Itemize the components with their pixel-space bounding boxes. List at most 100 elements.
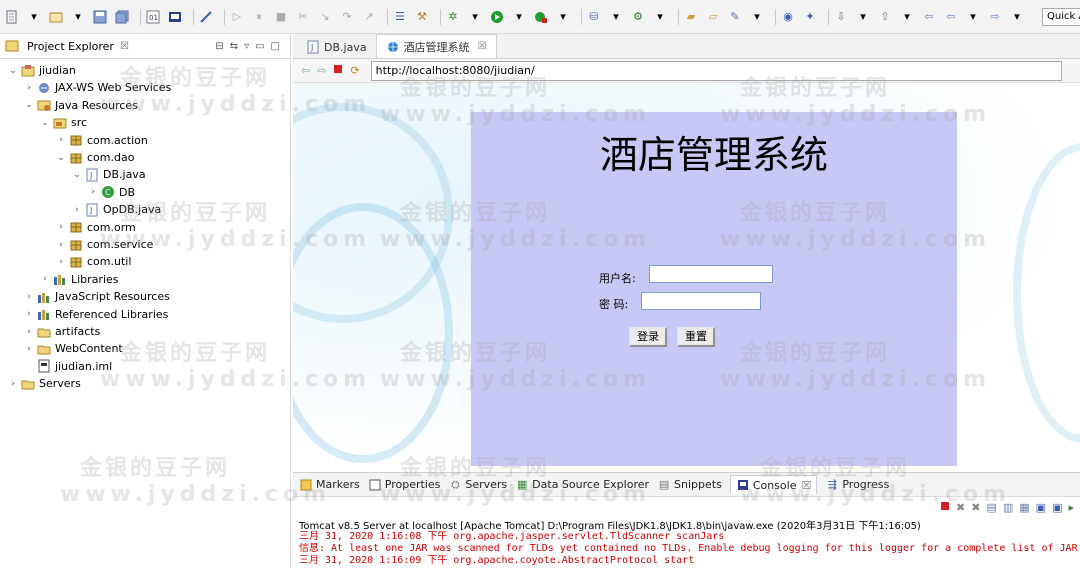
password-input[interactable] xyxy=(641,292,761,310)
open-type-icon[interactable]: ▰ xyxy=(683,9,699,25)
dropdown-icon[interactable]: ▾ xyxy=(70,9,86,25)
tab-db-java[interactable]: J DB.java xyxy=(297,36,376,58)
new-class-icon[interactable]: ⚙ xyxy=(630,9,646,25)
tab-console[interactable]: Console ☒ xyxy=(729,475,818,494)
chevron-down-icon[interactable]: ⌄ xyxy=(72,170,82,180)
tree-item[interactable]: › com.util xyxy=(56,253,131,270)
chevron-down-icon[interactable]: ⌄ xyxy=(40,118,50,128)
chevron-right-icon[interactable]: › xyxy=(56,240,66,250)
dropdown-icon[interactable]: ▾ xyxy=(555,9,571,25)
dropdown-icon[interactable]: ▾ xyxy=(855,9,871,25)
next-annotation-icon[interactable]: ⇩ xyxy=(833,9,849,25)
dropdown-icon[interactable]: ▾ xyxy=(26,9,42,25)
tree-item[interactable]: › com.orm xyxy=(56,219,136,236)
terminate-icon[interactable] xyxy=(940,501,950,514)
back-icon[interactable]: ⇦ xyxy=(943,9,959,25)
minimize-icon[interactable]: ▭ xyxy=(255,41,264,52)
dropdown-icon[interactable]: ▾ xyxy=(899,9,915,25)
chevron-down-icon[interactable]: ⌄ xyxy=(8,66,18,76)
forward-arrow-icon[interactable]: ⇨ xyxy=(317,64,326,77)
close-icon[interactable]: ☒ xyxy=(478,41,487,52)
chevron-right-icon[interactable]: › xyxy=(88,187,98,197)
project-explorer-title[interactable]: Project Explorer xyxy=(27,40,114,53)
word-wrap-icon[interactable]: ▦ xyxy=(1019,501,1029,514)
tree-item[interactable]: ⌄ src xyxy=(40,114,87,131)
tree-item[interactable]: › Referenced Libraries xyxy=(24,306,168,323)
refresh-icon[interactable]: ⟳ xyxy=(350,64,359,77)
chevron-right-icon[interactable]: › xyxy=(24,309,34,319)
pen-icon[interactable]: ✎ xyxy=(727,9,743,25)
console-view-icon[interactable] xyxy=(167,9,183,25)
tab-properties[interactable]: Properties xyxy=(368,478,440,492)
forward-icon[interactable]: ⇨ xyxy=(987,9,1003,25)
tree-item[interactable]: › J OpDB.java xyxy=(72,201,161,218)
chevron-right-icon[interactable]: › xyxy=(56,257,66,267)
tree-item[interactable]: › com.service xyxy=(56,236,153,253)
tree-item[interactable]: › Servers xyxy=(8,375,81,392)
tree-item[interactable]: › JavaScript Resources xyxy=(24,288,170,305)
dropdown-icon[interactable]: ▾ xyxy=(652,9,668,25)
last-edit-icon[interactable]: ⇦ xyxy=(921,9,937,25)
chevron-right-icon[interactable]: › xyxy=(24,344,34,354)
dropdown-icon[interactable]: ▾ xyxy=(467,9,483,25)
tree-item[interactable]: › JAX-WS Web Services xyxy=(24,79,171,96)
tree-item[interactable]: ⌄ jiudian xyxy=(8,62,76,79)
external-tools-icon[interactable] xyxy=(533,9,549,25)
chevron-right-icon[interactable]: › xyxy=(56,222,66,232)
chevron-right-icon[interactable]: › xyxy=(8,379,18,389)
open-console-icon[interactable]: ▸ xyxy=(1068,501,1074,514)
view-menu-icon[interactable]: ▿ xyxy=(244,41,249,52)
chevron-right-icon[interactable]: › xyxy=(24,327,34,337)
tree-item[interactable]: › Libraries xyxy=(40,271,118,288)
chevron-down-icon[interactable]: ⌄ xyxy=(56,153,66,163)
login-button[interactable]: 登录 xyxy=(629,327,667,347)
chevron-right-icon[interactable]: › xyxy=(56,135,66,145)
debug-icon[interactable]: ✲ xyxy=(445,9,461,25)
close-icon[interactable]: ☒ xyxy=(801,479,811,492)
prev-annotation-icon[interactable]: ⇧ xyxy=(877,9,893,25)
tab-data-source-explorer[interactable]: ▦ Data Source Explorer xyxy=(515,478,649,492)
stop-icon[interactable] xyxy=(333,64,343,77)
tree-item[interactable]: › WebContent xyxy=(24,340,123,357)
tab-markers[interactable]: Markers xyxy=(299,478,360,492)
tree-item[interactable]: ⌄ com.dao xyxy=(56,149,134,166)
remove-all-icon[interactable]: ✖ xyxy=(971,501,980,514)
tree-item[interactable]: › C DB xyxy=(88,184,135,201)
quick-access-field[interactable]: Quick Access xyxy=(1042,8,1080,26)
new-server-icon[interactable]: ⛁ xyxy=(586,9,602,25)
wand-icon[interactable]: ⚒ xyxy=(414,9,430,25)
new-package-icon[interactable] xyxy=(48,9,64,25)
tab-progress[interactable]: ⇶ Progress xyxy=(825,478,890,492)
save-all-icon[interactable] xyxy=(114,9,130,25)
open-folder-icon[interactable]: ▱ xyxy=(705,9,721,25)
maximize-icon[interactable]: □ xyxy=(271,41,280,52)
chevron-right-icon[interactable]: › xyxy=(72,205,82,215)
tab-hotel-system[interactable]: 酒店管理系统 ☒ xyxy=(375,34,497,58)
save-icon[interactable] xyxy=(92,9,108,25)
scroll-lock-icon[interactable]: ▥ xyxy=(1003,501,1013,514)
task-icon[interactable]: ◉ xyxy=(780,9,796,25)
chevron-right-icon[interactable]: › xyxy=(40,274,50,284)
chevron-down-icon[interactable]: ⌄ xyxy=(24,100,34,110)
tab-servers[interactable]: ⛭ Servers xyxy=(448,478,507,492)
remove-launch-icon[interactable]: ✖ xyxy=(956,501,965,514)
tab-snippets[interactable]: ▤ Snippets xyxy=(657,478,722,492)
clear-console-icon[interactable]: ▤ xyxy=(986,501,996,514)
username-input[interactable] xyxy=(649,265,773,283)
tree-item[interactable]: jiudian.iml xyxy=(24,358,112,375)
back-arrow-icon[interactable]: ⇦ xyxy=(301,64,310,77)
pin-console-icon[interactable]: ▣ xyxy=(1036,501,1046,514)
close-icon[interactable]: ☒ xyxy=(120,41,129,52)
dropdown-icon[interactable]: ▾ xyxy=(511,9,527,25)
tree-item[interactable]: ⌄ Java Resources xyxy=(24,97,138,114)
tree-item[interactable]: › com.action xyxy=(56,132,148,149)
dropdown-icon[interactable]: ▾ xyxy=(965,9,981,25)
chevron-right-icon[interactable]: › xyxy=(24,83,34,93)
reset-button[interactable]: 重置 xyxy=(677,327,715,347)
display-console-icon[interactable]: ▣ xyxy=(1052,501,1062,514)
new-icon[interactable] xyxy=(4,9,20,25)
dropdown-icon[interactable]: ▾ xyxy=(1009,9,1025,25)
tree-item[interactable]: › artifacts xyxy=(24,323,100,340)
link-editor-icon[interactable]: ⇆ xyxy=(230,41,238,52)
run-icon[interactable] xyxy=(489,9,505,25)
